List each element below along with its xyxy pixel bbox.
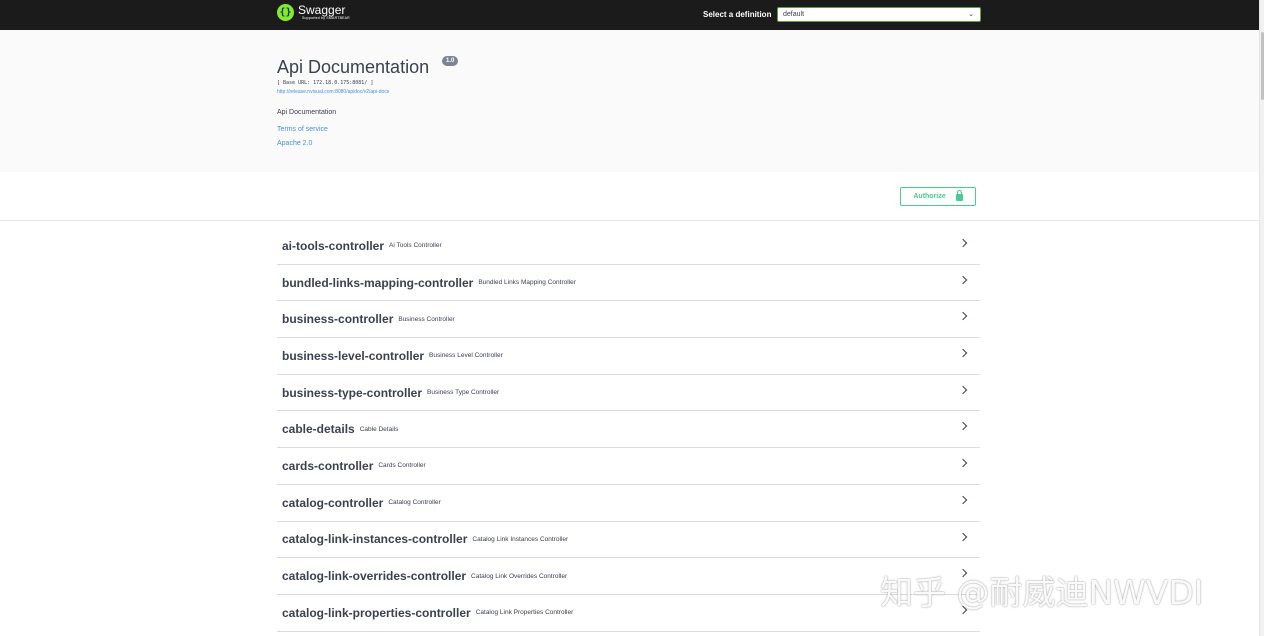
top-bar: {} Swagger Supported by SMARTBEAR Select… (0, 0, 1259, 30)
controller-row-bundled-links-mapping[interactable]: bundled-links-mapping-controller Bundled… (277, 265, 980, 302)
api-docs-link[interactable]: http://release.nvisual.com:8080/apidoc/v… (277, 89, 389, 95)
controller-row-catalog-link-overrides[interactable]: catalog-link-overrides-controller Catalo… (277, 558, 980, 595)
logo-subtitle: Supported by SMARTBEAR (302, 16, 350, 21)
chevron-right-icon (958, 495, 968, 505)
controller-description: Business Level Controller (429, 352, 503, 360)
api-description: Api Documentation (277, 109, 337, 116)
authorize-button[interactable]: Authorize (900, 187, 976, 206)
controller-row-catalog-link-properties[interactable]: catalog-link-properties-controller Catal… (277, 595, 980, 632)
section-divider (0, 220, 1259, 221)
chevron-right-icon (958, 275, 968, 284)
controller-row-business[interactable]: business-controller Business Controller (277, 301, 980, 339)
controller-row-catalog[interactable]: catalog-controller Catalog Controller (277, 485, 980, 522)
swagger-logo[interactable]: {} Swagger Supported by SMARTBEAR (277, 4, 350, 21)
chevron-right-icon (958, 458, 968, 468)
logo-name: Swagger (298, 3, 346, 18)
chevron-right-icon (958, 385, 968, 394)
controller-row-cards[interactable]: cards-controller Cards Controller (277, 448, 980, 485)
chevron-right-icon (958, 532, 968, 541)
terms-of-service-link[interactable]: Terms of service (277, 126, 328, 133)
controller-description: Business Type Controller (427, 389, 500, 397)
controller-description: Business Controller (398, 315, 455, 323)
chevron-right-icon (958, 238, 968, 248)
definition-select[interactable]: default ⌄ (777, 7, 981, 22)
chevron-right-icon (958, 348, 968, 358)
controller-description: Cable Details (359, 425, 399, 433)
definition-label: Select a definition (703, 10, 772, 19)
controller-name: cards-controller (282, 458, 374, 473)
base-url: [ Base URL: 172.18.0.175:8081/ ] (277, 80, 374, 86)
controller-name: business-level-controller (282, 348, 425, 363)
license-link[interactable]: Apache 2.0 (277, 140, 312, 147)
lock-icon (955, 190, 963, 201)
controller-name: ai-tools-controller (282, 238, 385, 253)
definition-select-value: default (783, 11, 805, 18)
version-badge: 1.0 (442, 56, 459, 66)
controller-description: Ai Tools Controller (389, 242, 442, 250)
controller-name: catalog-link-instances-controller (282, 532, 468, 547)
info-section (0, 30, 1259, 172)
controller-description: Catalog Controller (388, 499, 441, 507)
controller-description: Bundled Links Mapping Controller (478, 279, 576, 287)
controller-row-ai-tools[interactable]: ai-tools-controller Ai Tools Controller (277, 228, 980, 265)
controller-row-cable-details[interactable]: cable-details Cable Details (277, 411, 980, 449)
controller-name: bundled-links-mapping-controller (282, 275, 474, 290)
controller-description: Catalog Link Properties Controller (475, 609, 574, 617)
controller-name: business-type-controller (282, 385, 423, 400)
controller-row-business-level[interactable]: business-level-controller Business Level… (277, 338, 980, 375)
controller-description: Cards Controller (378, 462, 426, 470)
swagger-logo-icon: {} (277, 4, 294, 21)
controller-name: catalog-link-overrides-controller (282, 569, 467, 584)
controller-list: ai-tools-controller Ai Tools Controller … (277, 228, 980, 632)
vertical-scrollbar[interactable] (1259, 0, 1264, 636)
chevron-right-icon (958, 422, 968, 431)
controller-name: cable-details (282, 422, 355, 437)
authorize-label: Authorize (913, 193, 946, 200)
chevron-down-icon: ⌄ (968, 11, 974, 18)
page-title: Api Documentation (277, 57, 430, 77)
controller-name: business-controller (282, 312, 394, 327)
controller-name: catalog-link-properties-controller (282, 605, 471, 620)
controller-description: Catalog Link Instances Controller (472, 535, 569, 543)
controller-name: catalog-controller (282, 495, 384, 510)
watermark: 知乎 @耐威迪NWVDI (880, 573, 1204, 612)
controller-row-business-type[interactable]: business-type-controller Business Type C… (277, 375, 980, 412)
controller-row-catalog-link-instances[interactable]: catalog-link-instances-controller Catalo… (277, 522, 980, 559)
chevron-right-icon (958, 312, 968, 321)
controller-description: Catalog Link Overrides Controller (471, 572, 568, 580)
